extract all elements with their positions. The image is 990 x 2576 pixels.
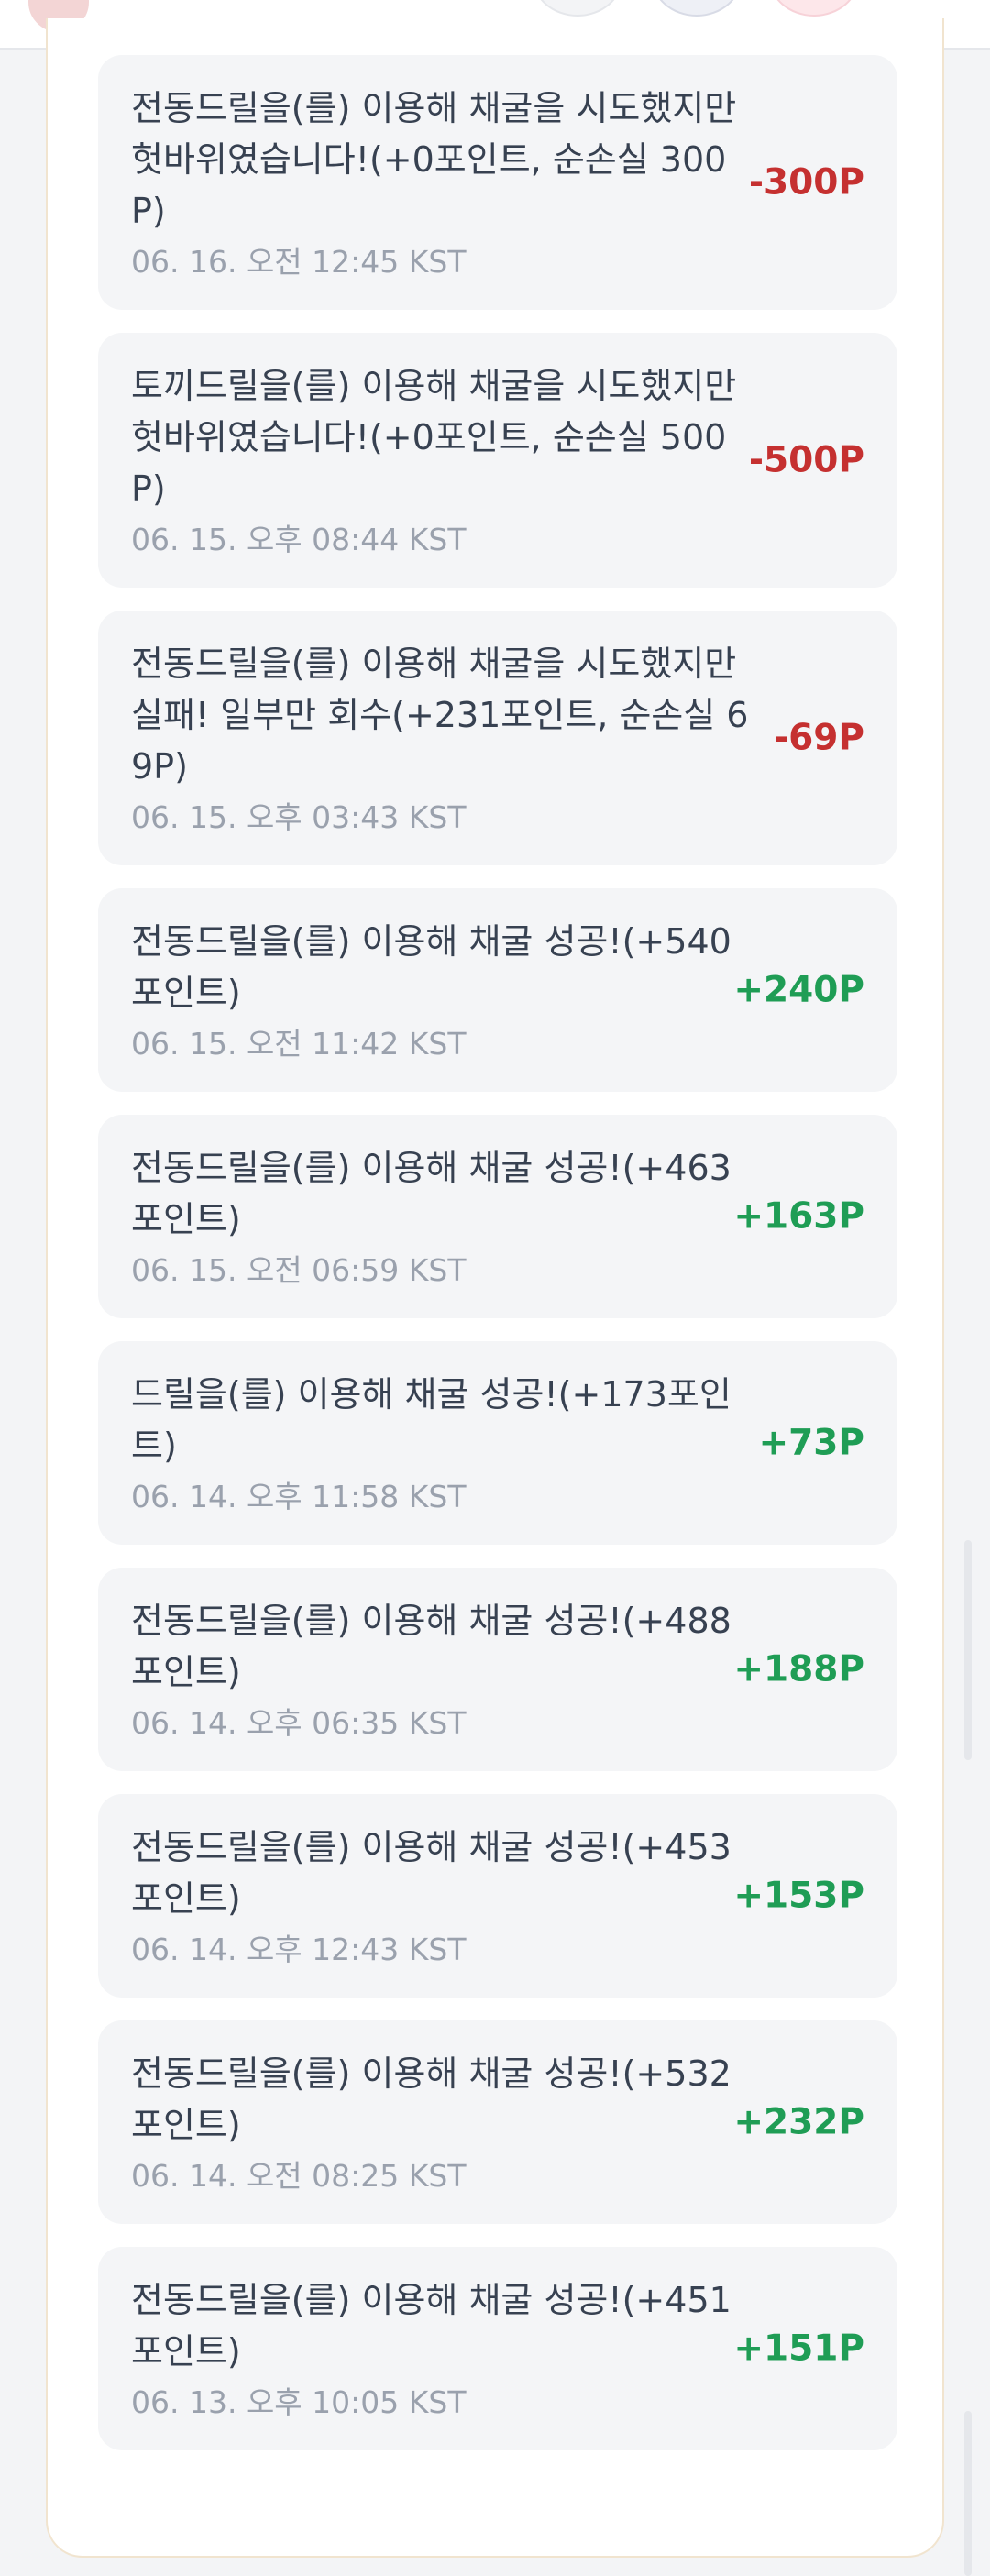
- history-item-time: 06. 15. 오전 06:59 KST: [131, 1252, 467, 1288]
- history-item-message: 전동드릴을(를) 이용해 채굴 성공!(+540포인트): [131, 921, 732, 1013]
- history-item-time: 06. 15. 오전 11:42 KST: [131, 1026, 467, 1062]
- history-item-amount: -69P: [773, 717, 864, 759]
- history-item-8: 전동드릴을(를) 이용해 채굴 성공!(+453포인트) 06. 14. 오후 …: [98, 1794, 897, 1998]
- history-item-3: 전동드릴을(를) 이용해 채굴을 시도했지만 실패! 일부만 회수(+231포인…: [98, 611, 897, 865]
- history-item-10: 전동드릴을(를) 이용해 채굴 성공!(+451포인트) 06. 13. 오후 …: [98, 2247, 897, 2450]
- header-button-2[interactable]: [651, 0, 742, 17]
- history-item-5: 전동드릴을(를) 이용해 채굴 성공!(+463포인트) 06. 15. 오전 …: [98, 1115, 897, 1318]
- header-button-1[interactable]: [532, 0, 623, 17]
- history-item-time: 06. 14. 오후 06:35 KST: [131, 1705, 467, 1741]
- history-item-4: 전동드릴을(를) 이용해 채굴 성공!(+540포인트) 06. 15. 오전 …: [98, 888, 897, 1092]
- history-item-7: 전동드릴을(를) 이용해 채굴 성공!(+488포인트) 06. 14. 오후 …: [98, 1568, 897, 1771]
- history-item-time: 06. 15. 오후 03:43 KST: [131, 799, 467, 835]
- history-item-message: 전동드릴을(를) 이용해 채굴 성공!(+532포인트): [131, 2053, 732, 2145]
- history-item-time: 06. 14. 오후 11:58 KST: [131, 1479, 467, 1514]
- history-item-message: 드릴을(를) 이용해 채굴 성공!(+173포인트): [131, 1374, 732, 1466]
- scrollbar-thumb-upper[interactable]: [964, 1540, 972, 1760]
- history-item-message: 전동드릴을(를) 이용해 채굴 성공!(+451포인트): [131, 2280, 732, 2372]
- history-item-message: 전동드릴을(를) 이용해 채굴을 시도했지만 실패! 일부만 회수(+231포인…: [131, 644, 749, 787]
- history-item-time: 06. 15. 오후 08:44 KST: [131, 522, 467, 557]
- history-item-amount: +153P: [733, 1875, 864, 1917]
- history-item-amount: -500P: [748, 439, 864, 481]
- history-item-message: 전동드릴을(를) 이용해 채굴을 시도했지만 헛바위였습니다!(+0포인트, 순…: [131, 88, 737, 231]
- history-item-amount: +188P: [733, 1648, 864, 1690]
- history-item-time: 06. 14. 오전 08:25 KST: [131, 2158, 467, 2194]
- history-item-time: 06. 14. 오후 12:43 KST: [131, 1932, 467, 1967]
- mining-history-list: 전동드릴을(를) 이용해 채굴을 시도했지만 헛바위였습니다!(+0포인트, 순…: [98, 55, 897, 2473]
- history-item-amount: +240P: [733, 969, 864, 1011]
- header-button-3[interactable]: [768, 0, 860, 17]
- history-item-amount: -300P: [748, 161, 864, 204]
- history-item-time: 06. 16. 오전 12:45 KST: [131, 244, 467, 280]
- history-item-2: 토끼드릴을(를) 이용해 채굴을 시도했지만 헛바위였습니다!(+0포인트, 순…: [98, 333, 897, 588]
- history-item-amount: +232P: [733, 2101, 864, 2143]
- history-item-9: 전동드릴을(를) 이용해 채굴 성공!(+532포인트) 06. 14. 오전 …: [98, 2020, 897, 2224]
- history-item-amount: +163P: [733, 1195, 864, 1238]
- history-item-6: 드릴을(를) 이용해 채굴 성공!(+173포인트) 06. 14. 오후 11…: [98, 1341, 897, 1545]
- scrollbar-thumb-lower[interactable]: [964, 2411, 972, 2576]
- history-item-1: 전동드릴을(를) 이용해 채굴을 시도했지만 헛바위였습니다!(+0포인트, 순…: [98, 55, 897, 310]
- history-item-message: 전동드릴을(를) 이용해 채굴 성공!(+463포인트): [131, 1148, 732, 1239]
- mining-history-panel: 전동드릴을(를) 이용해 채굴을 시도했지만 헛바위였습니다!(+0포인트, 순…: [46, 18, 944, 2558]
- history-item-message: 전동드릴을(를) 이용해 채굴 성공!(+453포인트): [131, 1827, 732, 1919]
- history-item-message: 전동드릴을(를) 이용해 채굴 성공!(+488포인트): [131, 1601, 732, 1692]
- history-item-amount: +73P: [758, 1422, 864, 1464]
- history-item-time: 06. 13. 오후 10:05 KST: [131, 2384, 467, 2420]
- history-item-message: 토끼드릴을(를) 이용해 채굴을 시도했지만 헛바위였습니다!(+0포인트, 순…: [131, 366, 737, 509]
- history-item-amount: +151P: [733, 2328, 864, 2370]
